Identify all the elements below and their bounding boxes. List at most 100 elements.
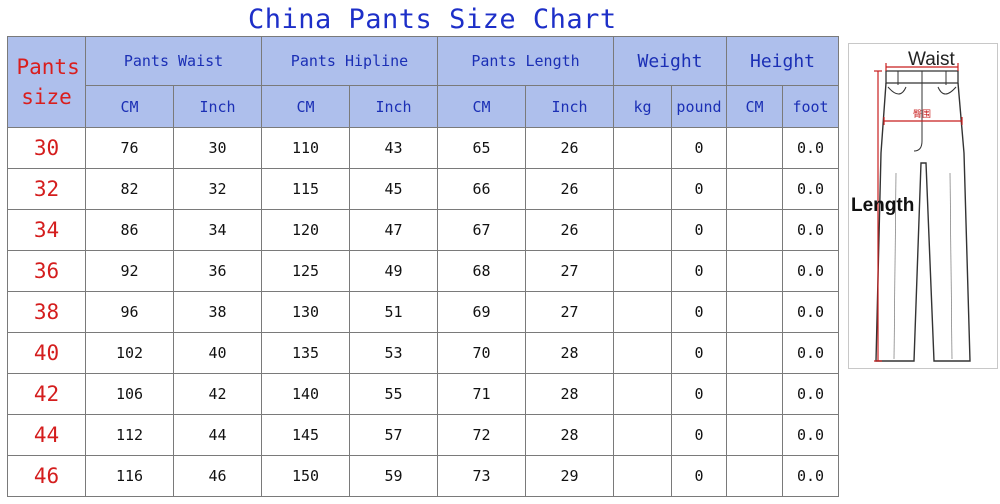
table-cell: 0 bbox=[671, 250, 727, 292]
table-cell: 106 bbox=[85, 373, 174, 415]
unit-header: CM bbox=[261, 85, 350, 128]
table-cell: 150 bbox=[261, 455, 350, 497]
table-cell: 96 bbox=[85, 291, 174, 333]
table-cell: 66 bbox=[437, 168, 526, 210]
table-cell: 0 bbox=[671, 332, 727, 374]
table-cell: 59 bbox=[349, 455, 438, 497]
table-cell: 29 bbox=[525, 455, 614, 497]
table-cell: 0.0 bbox=[782, 414, 839, 456]
unit-header: pound bbox=[671, 85, 727, 128]
table-cell: 51 bbox=[349, 291, 438, 333]
table-cell: 42 bbox=[173, 373, 262, 415]
table-cell: 0.0 bbox=[782, 373, 839, 415]
table-cell bbox=[726, 373, 783, 415]
table-cell: 44 bbox=[173, 414, 262, 456]
waist-label: Waist bbox=[908, 49, 955, 70]
table-row: 38 96 38 130 51 69 27 0 0.0 bbox=[7, 291, 839, 333]
table-cell: 40 bbox=[173, 332, 262, 374]
table-cell bbox=[726, 455, 783, 497]
table-cell: 28 bbox=[525, 332, 614, 374]
table-cell: 26 bbox=[525, 209, 614, 251]
table-cell: 0 bbox=[671, 127, 727, 169]
table-cell bbox=[726, 168, 783, 210]
size-header: Pants size bbox=[7, 36, 86, 128]
table-cell bbox=[726, 291, 783, 333]
table-cell: 0 bbox=[671, 209, 727, 251]
table-cell bbox=[726, 127, 783, 169]
unit-header: CM bbox=[437, 85, 526, 128]
table-row: 40 102 40 135 53 70 28 0 0.0 bbox=[7, 332, 839, 374]
hip-label: 臀围 bbox=[913, 109, 931, 120]
table-cell: 27 bbox=[525, 291, 614, 333]
table-cell: 70 bbox=[437, 332, 526, 374]
table-cell: 0 bbox=[671, 291, 727, 333]
table-cell: 135 bbox=[261, 332, 350, 374]
table-row: 30 76 30 110 43 65 26 0 0.0 bbox=[7, 127, 839, 169]
table-cell: 26 bbox=[525, 168, 614, 210]
table-cell bbox=[613, 127, 672, 169]
table-cell: 45 bbox=[349, 168, 438, 210]
table-cell: 112 bbox=[85, 414, 174, 456]
unit-header: CM bbox=[726, 85, 783, 128]
pants-illustration: 臀围 Waist Length bbox=[848, 43, 998, 369]
table-cell: 30 bbox=[173, 127, 262, 169]
size-cell: 36 bbox=[7, 250, 86, 292]
table-cell: 102 bbox=[85, 332, 174, 374]
table-cell: 130 bbox=[261, 291, 350, 333]
table-cell bbox=[613, 250, 672, 292]
table-cell: 0 bbox=[671, 414, 727, 456]
table-cell bbox=[613, 291, 672, 333]
unit-header: CM bbox=[85, 85, 174, 128]
size-cell: 38 bbox=[7, 291, 86, 333]
table-cell: 0.0 bbox=[782, 291, 839, 333]
table-row: 42 106 42 140 55 71 28 0 0.0 bbox=[7, 373, 839, 415]
table-cell: 145 bbox=[261, 414, 350, 456]
table-cell: 0.0 bbox=[782, 209, 839, 251]
unit-header: Inch bbox=[349, 85, 438, 128]
table-cell bbox=[613, 373, 672, 415]
table-cell: 49 bbox=[349, 250, 438, 292]
table-row: 34 86 34 120 47 67 26 0 0.0 bbox=[7, 209, 839, 251]
table-cell: 28 bbox=[525, 373, 614, 415]
table-cell: 43 bbox=[349, 127, 438, 169]
table-cell: 0.0 bbox=[782, 250, 839, 292]
size-rows: 30 76 30 110 43 65 26 0 0.0 32 82 32 115 45 66 26 0 0.0 34… bbox=[7, 127, 839, 497]
table-row: 36 92 36 125 49 68 27 0 0.0 bbox=[7, 250, 839, 292]
table-cell: 26 bbox=[525, 127, 614, 169]
table-cell: 0 bbox=[671, 168, 727, 210]
table-cell: 110 bbox=[261, 127, 350, 169]
table-cell: 116 bbox=[85, 455, 174, 497]
table-cell: 120 bbox=[261, 209, 350, 251]
length-header: Pants Length bbox=[437, 36, 614, 86]
table-cell bbox=[726, 250, 783, 292]
table-cell: 0.0 bbox=[782, 168, 839, 210]
table-cell: 55 bbox=[349, 373, 438, 415]
table-cell bbox=[613, 332, 672, 374]
table-cell: 46 bbox=[173, 455, 262, 497]
table-cell bbox=[726, 414, 783, 456]
table-cell: 0.0 bbox=[782, 455, 839, 497]
chart-title: China Pants Size Chart bbox=[248, 4, 617, 35]
unit-header: foot bbox=[782, 85, 839, 128]
waist-header: Pants Waist bbox=[85, 36, 262, 86]
table-cell: 67 bbox=[437, 209, 526, 251]
table-cell: 140 bbox=[261, 373, 350, 415]
table-cell: 32 bbox=[173, 168, 262, 210]
table-cell: 72 bbox=[437, 414, 526, 456]
table-cell: 115 bbox=[261, 168, 350, 210]
size-chart-table: Pants size Pants Waist Pants Hipline Pan… bbox=[7, 36, 839, 497]
table-cell: 57 bbox=[349, 414, 438, 456]
table-cell: 125 bbox=[261, 250, 350, 292]
table-cell: 0.0 bbox=[782, 332, 839, 374]
size-cell: 40 bbox=[7, 332, 86, 374]
unit-header: Inch bbox=[173, 85, 262, 128]
hipline-header: Pants Hipline bbox=[261, 36, 438, 86]
table-cell bbox=[613, 414, 672, 456]
table-cell: 47 bbox=[349, 209, 438, 251]
size-cell: 32 bbox=[7, 168, 86, 210]
size-cell: 34 bbox=[7, 209, 86, 251]
table-cell: 71 bbox=[437, 373, 526, 415]
table-cell bbox=[726, 209, 783, 251]
size-header-text: Pants size bbox=[16, 55, 80, 109]
table-cell: 34 bbox=[173, 209, 262, 251]
